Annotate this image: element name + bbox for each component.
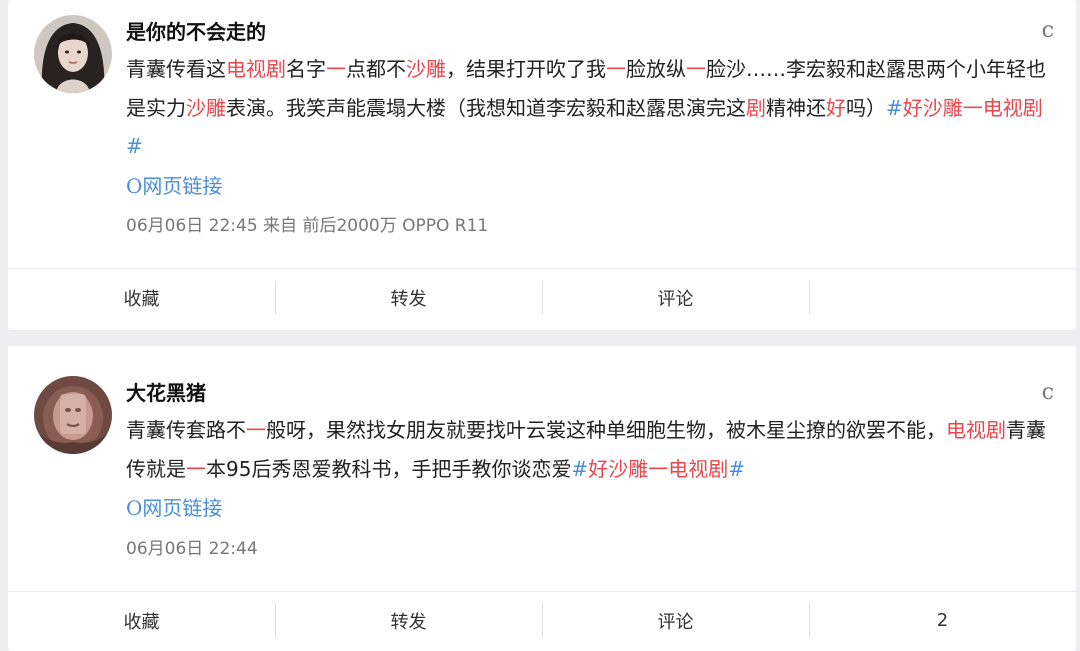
content-text: 点都不 (346, 57, 406, 81)
repost-button[interactable]: 转发 (275, 592, 542, 649)
favorite-button[interactable]: 收藏 (8, 592, 275, 649)
avatar-image (34, 376, 112, 454)
web-link[interactable]: O网页链接 (126, 170, 222, 199)
repost-button[interactable]: 转发 (275, 269, 542, 326)
web-link[interactable]: O网页链接 (126, 492, 222, 521)
action-bar: 收藏 转发 评论 (8, 268, 1076, 326)
content-text: 精神还 (766, 95, 826, 120)
highlighted-text: 好沙雕一电视剧 (588, 456, 729, 481)
highlighted-text: 一 (326, 57, 346, 81)
content-text: 般呀，果然找女朋友就要找叶云裳这种单细胞生物，被木星尘撩的欲罢不能， (266, 418, 946, 442)
hashtag-mark[interactable]: # (571, 457, 588, 481)
post-content: 青囊传套路不一般呀，果然找女朋友就要找叶云裳这种单细胞生物，被木星尘撩的欲罢不能… (126, 411, 1054, 488)
avatar[interactable] (34, 376, 112, 454)
web-link-label: 网页链接 (142, 174, 223, 198)
web-link-label: 网页链接 (142, 496, 223, 520)
highlighted-text: 沙雕 (406, 57, 446, 81)
content-text: ，结果打开吹了我 (446, 57, 606, 81)
highlighted-text: 剧 (746, 95, 766, 120)
highlighted-text: 好沙雕一电视剧 (902, 95, 1043, 120)
post-meta: 06月06日 22:44 (126, 539, 258, 559)
hashtag-mark[interactable]: # (728, 457, 745, 481)
username[interactable]: 是你的不会走的 (126, 16, 266, 45)
content-text: 脸放纵 (626, 57, 686, 81)
action-bar: 收藏 转发 评论 2 (8, 591, 1076, 649)
highlighted-text: 电视剧 (226, 57, 286, 81)
highlighted-text: 一 (686, 57, 706, 81)
hashtag-mark[interactable]: # (886, 96, 903, 120)
highlighted-text: 电视剧 (946, 418, 1006, 442)
highlighted-text: 一 (186, 456, 206, 481)
content-text: 本95后秀恩爱教科书，手把手教你谈恋爱 (206, 456, 572, 481)
hashtag-mark[interactable]: # (126, 134, 143, 158)
content-text: 青囊传看这 (126, 57, 226, 81)
avatar[interactable] (34, 15, 112, 93)
post-content: 青囊传看这电视剧名字一点都不沙雕，结果打开吹了我一脸放纵一脸沙……李宏毅和赵露思… (126, 50, 1054, 166)
highlighted-text: 一 (606, 57, 626, 81)
highlighted-text: 沙雕 (186, 95, 226, 120)
favorite-button[interactable]: 收藏 (8, 269, 275, 326)
comment-button[interactable]: 评论 (542, 592, 809, 649)
post-card: 大花黑猪 c 青囊传套路不一般呀，果然找女朋友就要找叶云裳这种单细胞生物，被木星… (8, 346, 1076, 651)
like-button[interactable] (809, 269, 1076, 326)
link-icon: O (126, 496, 143, 520)
username[interactable]: 大花黑猪 (126, 377, 206, 406)
content-text: 表演。我笑声能震塌大楼（我想知道李宏毅和赵露思演完这 (226, 95, 746, 120)
link-icon: O (126, 174, 143, 198)
more-options-icon[interactable]: c (1042, 380, 1054, 405)
post-card: 是你的不会走的 c 青囊传看这电视剧名字一点都不沙雕，结果打开吹了我一脸放纵一脸… (8, 0, 1076, 330)
more-options-icon[interactable]: c (1042, 18, 1054, 43)
content-text: 名字 (286, 57, 326, 81)
content-text: 吗） (846, 95, 886, 120)
post-meta: 06月06日 22:45 来自 前后2000万 OPPO R11 (126, 216, 489, 236)
content-text: 青囊传套路不 (126, 418, 246, 442)
highlighted-text: 好 (826, 95, 846, 120)
highlighted-text: 一 (246, 418, 266, 442)
avatar-image (34, 15, 112, 93)
like-count-button[interactable]: 2 (809, 592, 1076, 649)
comment-button[interactable]: 评论 (542, 269, 809, 326)
